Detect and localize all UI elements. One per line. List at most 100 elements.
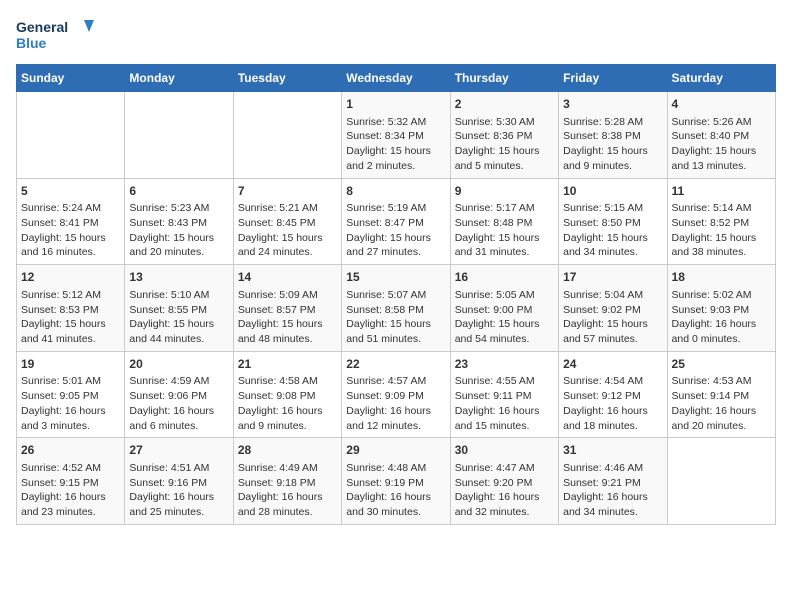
calendar-week-3: 12 Sunrise: 5:12 AM Sunset: 8:53 PM Dayli… (17, 265, 776, 352)
page-header: General Blue (16, 16, 776, 56)
calendar-cell: 16 Sunrise: 5:05 AM Sunset: 9:00 PM Dayli… (450, 265, 558, 352)
day-number: 11 (672, 183, 771, 200)
day-info: Sunrise: 4:52 AM Sunset: 9:15 PM Dayligh… (21, 461, 120, 520)
day-number: 14 (238, 269, 337, 286)
logo: General Blue (16, 16, 96, 56)
logo-icon: General Blue (16, 16, 96, 56)
calendar-cell (233, 92, 341, 179)
calendar-cell: 15 Sunrise: 5:07 AM Sunset: 8:58 PM Dayli… (342, 265, 450, 352)
day-number: 31 (563, 442, 662, 459)
day-number: 13 (129, 269, 228, 286)
day-info: Sunrise: 5:10 AM Sunset: 8:55 PM Dayligh… (129, 288, 228, 347)
calendar-cell: 17 Sunrise: 5:04 AM Sunset: 9:02 PM Dayli… (559, 265, 667, 352)
day-number: 27 (129, 442, 228, 459)
day-number: 5 (21, 183, 120, 200)
header-sunday: Sunday (17, 65, 125, 92)
calendar-cell: 3 Sunrise: 5:28 AM Sunset: 8:38 PM Daylig… (559, 92, 667, 179)
calendar-cell: 10Sunrise: 5:15 AM Sunset: 8:50 PM Dayli… (559, 178, 667, 265)
day-number: 20 (129, 356, 228, 373)
calendar-cell: 31Sunrise: 4:46 AM Sunset: 9:21 PM Dayli… (559, 438, 667, 525)
day-number: 23 (455, 356, 554, 373)
day-number: 8 (346, 183, 445, 200)
calendar-cell: 1 Sunrise: 5:32 AM Sunset: 8:34 PM Daylig… (342, 92, 450, 179)
day-info: Sunrise: 4:57 AM Sunset: 9:09 PM Dayligh… (346, 374, 445, 433)
day-info: Sunrise: 5:28 AM Sunset: 8:38 PM Dayligh… (563, 115, 662, 174)
day-number: 30 (455, 442, 554, 459)
calendar-cell: 11Sunrise: 5:14 AM Sunset: 8:52 PM Dayli… (667, 178, 775, 265)
day-number: 15 (346, 269, 445, 286)
calendar-cell: 8Sunrise: 5:19 AM Sunset: 8:47 PM Daylig… (342, 178, 450, 265)
day-info: Sunrise: 5:12 AM Sunset: 8:53 PM Dayligh… (21, 288, 120, 347)
day-info: Sunrise: 5:30 AM Sunset: 8:36 PM Dayligh… (455, 115, 554, 174)
day-number: 17 (563, 269, 662, 286)
calendar-table: SundayMondayTuesdayWednesdayThursdayFrid… (16, 64, 776, 525)
day-number: 16 (455, 269, 554, 286)
day-info: Sunrise: 4:58 AM Sunset: 9:08 PM Dayligh… (238, 374, 337, 433)
calendar-cell (667, 438, 775, 525)
day-info: Sunrise: 4:54 AM Sunset: 9:12 PM Dayligh… (563, 374, 662, 433)
day-number: 7 (238, 183, 337, 200)
day-number: 12 (21, 269, 120, 286)
day-number: 1 (346, 96, 445, 113)
calendar-cell: 20Sunrise: 4:59 AM Sunset: 9:06 PM Dayli… (125, 351, 233, 438)
calendar-cell: 24Sunrise: 4:54 AM Sunset: 9:12 PM Dayli… (559, 351, 667, 438)
day-info: Sunrise: 4:47 AM Sunset: 9:20 PM Dayligh… (455, 461, 554, 520)
day-number: 19 (21, 356, 120, 373)
day-info: Sunrise: 5:02 AM Sunset: 9:03 PM Dayligh… (672, 288, 771, 347)
calendar-cell: 14 Sunrise: 5:09 AM Sunset: 8:57 PM Dayli… (233, 265, 341, 352)
day-info: Sunrise: 4:49 AM Sunset: 9:18 PM Dayligh… (238, 461, 337, 520)
day-info: Sunrise: 5:21 AM Sunset: 8:45 PM Dayligh… (238, 201, 337, 260)
calendar-cell: 18Sunrise: 5:02 AM Sunset: 9:03 PM Dayli… (667, 265, 775, 352)
day-number: 22 (346, 356, 445, 373)
day-number: 24 (563, 356, 662, 373)
day-info: Sunrise: 4:55 AM Sunset: 9:11 PM Dayligh… (455, 374, 554, 433)
calendar-cell: 12 Sunrise: 5:12 AM Sunset: 8:53 PM Dayli… (17, 265, 125, 352)
day-info: Sunrise: 5:19 AM Sunset: 8:47 PM Dayligh… (346, 201, 445, 260)
calendar-cell: 23Sunrise: 4:55 AM Sunset: 9:11 PM Dayli… (450, 351, 558, 438)
calendar-cell: 27 Sunrise: 4:51 AM Sunset: 9:16 PM Dayli… (125, 438, 233, 525)
calendar-cell: 5Sunrise: 5:24 AM Sunset: 8:41 PM Daylig… (17, 178, 125, 265)
day-number: 3 (563, 96, 662, 113)
day-number: 4 (672, 96, 771, 113)
day-number: 25 (672, 356, 771, 373)
day-info: Sunrise: 5:09 AM Sunset: 8:57 PM Dayligh… (238, 288, 337, 347)
header-wednesday: Wednesday (342, 65, 450, 92)
calendar-cell: 9Sunrise: 5:17 AM Sunset: 8:48 PM Daylig… (450, 178, 558, 265)
svg-text:General: General (16, 19, 68, 35)
day-info: Sunrise: 5:04 AM Sunset: 9:02 PM Dayligh… (563, 288, 662, 347)
calendar-cell: 7Sunrise: 5:21 AM Sunset: 8:45 PM Daylig… (233, 178, 341, 265)
calendar-cell: 21Sunrise: 4:58 AM Sunset: 9:08 PM Dayli… (233, 351, 341, 438)
day-number: 26 (21, 442, 120, 459)
calendar-header-row: SundayMondayTuesdayWednesdayThursdayFrid… (17, 65, 776, 92)
day-info: Sunrise: 5:17 AM Sunset: 8:48 PM Dayligh… (455, 201, 554, 260)
calendar-cell: 28 Sunrise: 4:49 AM Sunset: 9:18 PM Dayli… (233, 438, 341, 525)
header-friday: Friday (559, 65, 667, 92)
day-number: 29 (346, 442, 445, 459)
day-number: 28 (238, 442, 337, 459)
day-number: 6 (129, 183, 228, 200)
calendar-cell: 19Sunrise: 5:01 AM Sunset: 9:05 PM Dayli… (17, 351, 125, 438)
day-number: 9 (455, 183, 554, 200)
calendar-cell (17, 92, 125, 179)
day-info: Sunrise: 5:26 AM Sunset: 8:40 PM Dayligh… (672, 115, 771, 174)
day-info: Sunrise: 5:14 AM Sunset: 8:52 PM Dayligh… (672, 201, 771, 260)
calendar-week-5: 26 Sunrise: 4:52 AM Sunset: 9:15 PM Dayli… (17, 438, 776, 525)
calendar-cell: 6Sunrise: 5:23 AM Sunset: 8:43 PM Daylig… (125, 178, 233, 265)
calendar-week-4: 19Sunrise: 5:01 AM Sunset: 9:05 PM Dayli… (17, 351, 776, 438)
calendar-cell: 25Sunrise: 4:53 AM Sunset: 9:14 PM Dayli… (667, 351, 775, 438)
day-info: Sunrise: 5:15 AM Sunset: 8:50 PM Dayligh… (563, 201, 662, 260)
day-info: Sunrise: 4:51 AM Sunset: 9:16 PM Dayligh… (129, 461, 228, 520)
day-info: Sunrise: 5:05 AM Sunset: 9:00 PM Dayligh… (455, 288, 554, 347)
day-info: Sunrise: 5:07 AM Sunset: 8:58 PM Dayligh… (346, 288, 445, 347)
day-number: 21 (238, 356, 337, 373)
day-info: Sunrise: 5:24 AM Sunset: 8:41 PM Dayligh… (21, 201, 120, 260)
calendar-cell: 26 Sunrise: 4:52 AM Sunset: 9:15 PM Dayli… (17, 438, 125, 525)
header-tuesday: Tuesday (233, 65, 341, 92)
calendar-cell: 2Sunrise: 5:30 AM Sunset: 8:36 PM Daylig… (450, 92, 558, 179)
day-info: Sunrise: 5:32 AM Sunset: 8:34 PM Dayligh… (346, 115, 445, 174)
day-info: Sunrise: 4:59 AM Sunset: 9:06 PM Dayligh… (129, 374, 228, 433)
calendar-cell: 29Sunrise: 4:48 AM Sunset: 9:19 PM Dayli… (342, 438, 450, 525)
day-info: Sunrise: 5:23 AM Sunset: 8:43 PM Dayligh… (129, 201, 228, 260)
calendar-week-1: 1 Sunrise: 5:32 AM Sunset: 8:34 PM Daylig… (17, 92, 776, 179)
svg-text:Blue: Blue (16, 35, 47, 51)
